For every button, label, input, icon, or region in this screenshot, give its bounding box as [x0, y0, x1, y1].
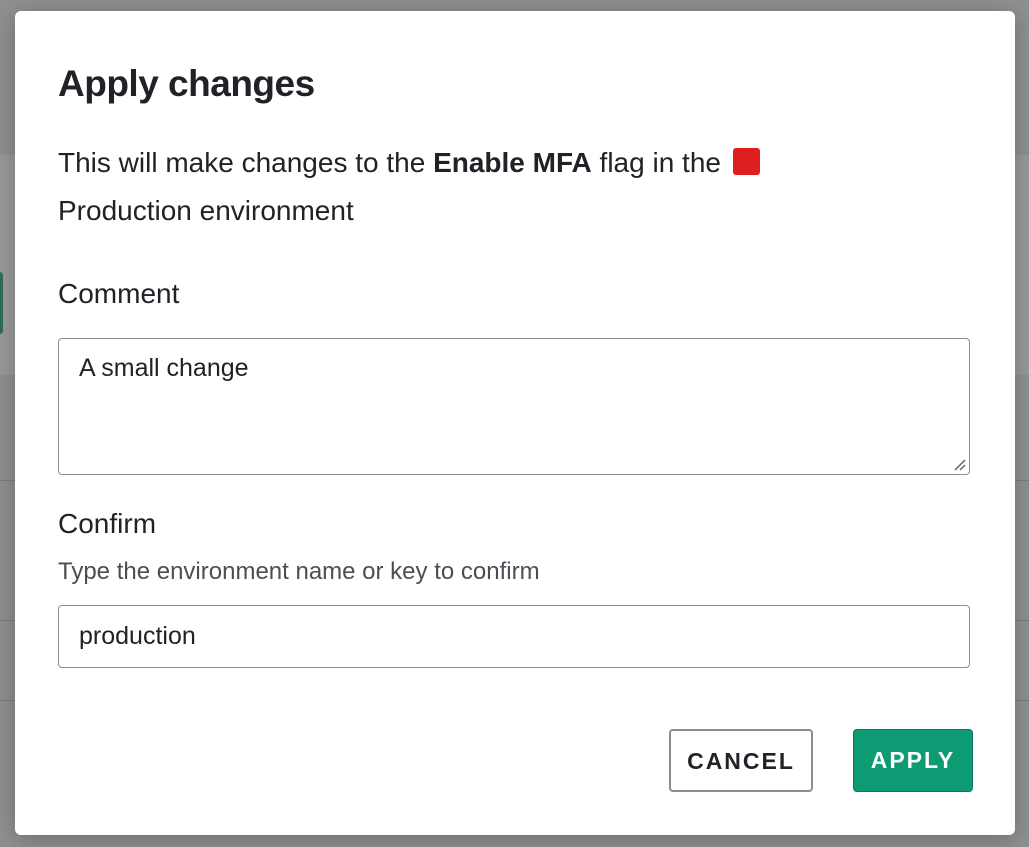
- flag-name: Enable MFA: [433, 147, 592, 178]
- dialog-description: This will make changes to the Enable MFA…: [58, 139, 878, 235]
- background-button-edge: [0, 272, 3, 334]
- cancel-button[interactable]: CANCEL: [669, 729, 813, 792]
- confirm-label: Confirm: [58, 508, 157, 539]
- apply-changes-dialog: Apply changes This will make changes to …: [15, 11, 1015, 835]
- description-middle: flag in the: [591, 147, 721, 178]
- comment-label: Comment: [58, 278, 180, 309]
- comment-textarea[interactable]: A small change: [58, 338, 970, 475]
- environment-color-swatch: [732, 148, 760, 175]
- resize-grip-icon[interactable]: [952, 457, 966, 471]
- confirm-hint: Type the environment name or key to conf…: [58, 558, 540, 585]
- dialog-title: Apply changes: [58, 63, 315, 104]
- apply-button[interactable]: APPLY: [853, 729, 973, 792]
- confirm-input[interactable]: production: [58, 605, 970, 668]
- comment-value: A small change: [79, 354, 249, 382]
- description-prefix: This will make changes to the: [58, 147, 434, 178]
- confirm-value: production: [79, 622, 196, 650]
- environment-name: Production environment: [58, 195, 354, 226]
